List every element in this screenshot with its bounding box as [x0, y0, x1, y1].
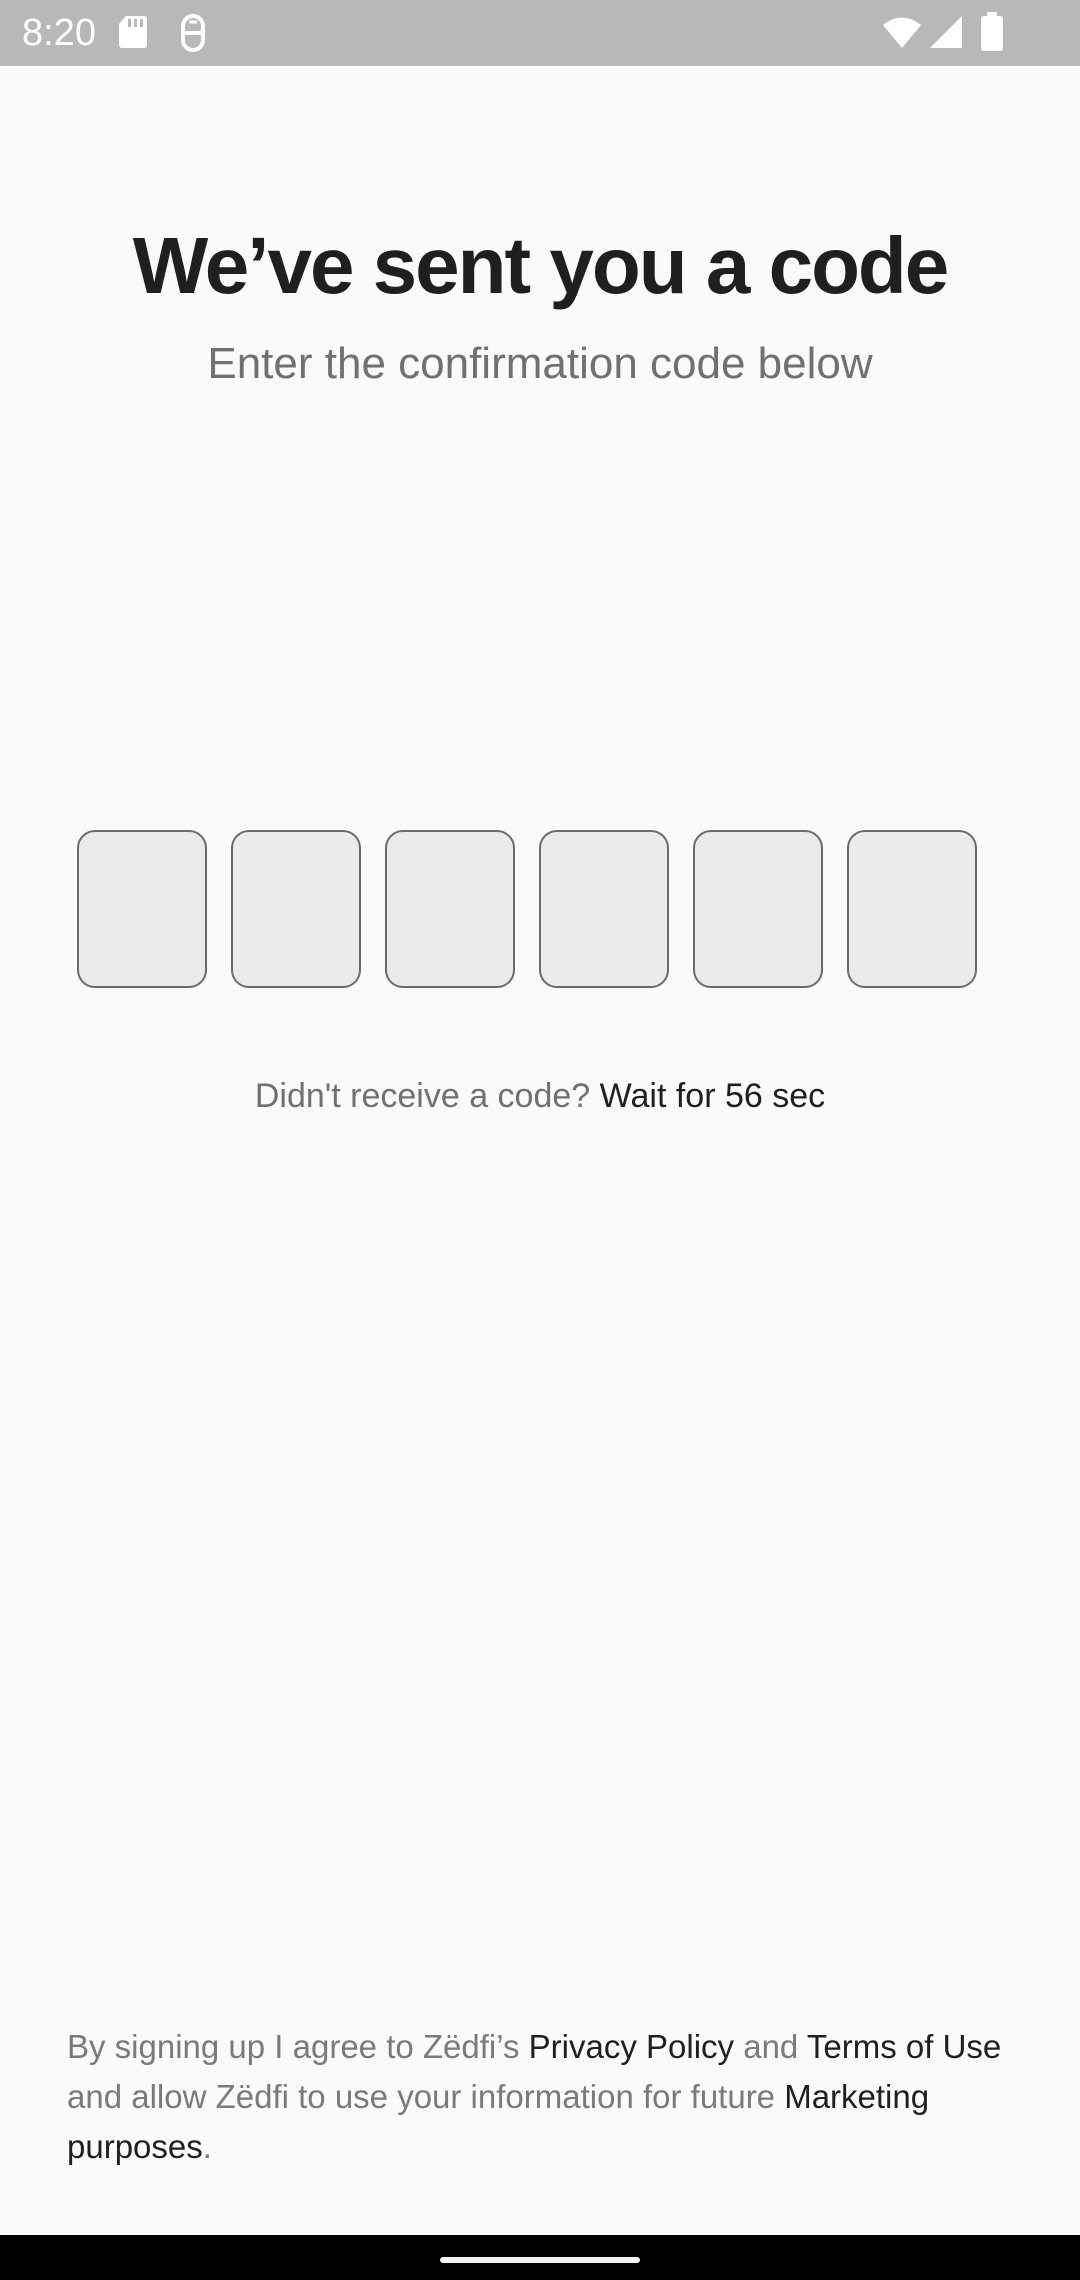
legal-notice: By signing up I agree to Zëdfi’s Privacy…	[67, 2022, 1017, 2172]
verification-screen: 8:20 We’ve sent you a code Enter the con…	[0, 0, 1080, 2280]
wifi-icon	[882, 16, 922, 55]
page-title: We’ve sent you a code	[132, 221, 950, 310]
code-digit-box[interactable]	[847, 830, 977, 988]
sd-card-icon	[118, 14, 148, 55]
code-digit-5-input[interactable]	[695, 832, 821, 986]
signal-icon	[928, 14, 964, 55]
code-digit-box[interactable]	[693, 830, 823, 988]
code-digit-6-input[interactable]	[849, 832, 975, 986]
recorder-icon	[178, 14, 208, 57]
status-time: 8:20	[22, 12, 96, 54]
battery-icon	[980, 12, 1004, 57]
legal-text-2: and	[734, 2028, 807, 2065]
code-input-row	[77, 830, 1077, 990]
code-digit-box[interactable]	[385, 830, 515, 988]
legal-text-1: By signing up I agree to Zëdfi’s	[67, 2028, 529, 2065]
code-digit-2-input[interactable]	[233, 832, 359, 986]
privacy-policy-link[interactable]: Privacy Policy	[529, 2028, 734, 2065]
home-gesture-handle[interactable]	[440, 2257, 640, 2263]
code-digit-box[interactable]	[539, 830, 669, 988]
legal-text-4: .	[202, 2128, 212, 2165]
legal-text-3: and allow Zëdfi to use your information …	[67, 2078, 785, 2115]
navigation-bar	[0, 2235, 1080, 2280]
resend-countdown: Wait for 56 sec	[599, 1077, 826, 1115]
code-digit-box[interactable]	[77, 830, 207, 988]
page-subtitle: Enter the confirmation code below	[207, 339, 873, 388]
status-bar: 8:20	[0, 0, 1080, 66]
code-digit-box[interactable]	[231, 830, 361, 988]
terms-of-use-link[interactable]: Terms of Use	[807, 2028, 1001, 2065]
resend-row: Didn't receive a code? Wait for 56 sec	[0, 1072, 1080, 1120]
code-digit-4-input[interactable]	[541, 832, 667, 986]
code-digit-3-input[interactable]	[387, 832, 513, 986]
code-digit-1-input[interactable]	[79, 832, 205, 986]
resend-prompt: Didn't receive a code?	[254, 1077, 591, 1115]
